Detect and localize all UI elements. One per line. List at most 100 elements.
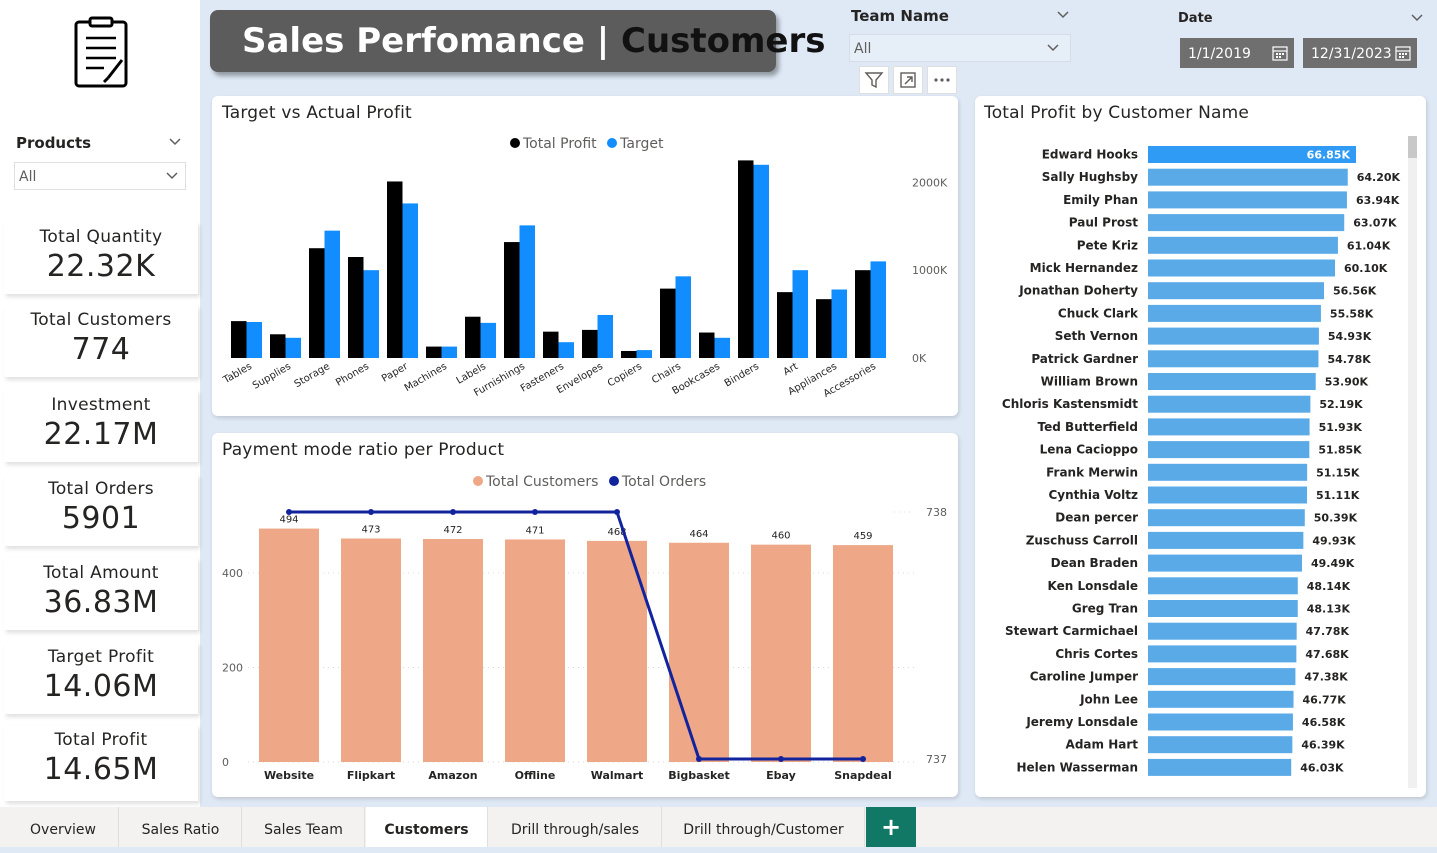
bar <box>402 203 418 358</box>
bar <box>870 261 886 358</box>
bar-data-label: 55.58K <box>1330 307 1374 320</box>
x-tick-label: Walmart <box>591 769 644 782</box>
y-category-label: Adam Hart <box>1066 738 1139 752</box>
x-tick-label: Phones <box>334 361 371 389</box>
bar-data-label: 54.93K <box>1328 330 1372 343</box>
bar <box>1148 690 1294 708</box>
bar-data-label: 52.19K <box>1319 398 1363 411</box>
bar <box>519 225 535 358</box>
date-start-input[interactable]: 1/1/2019 <box>1180 38 1294 68</box>
bar <box>1148 191 1347 209</box>
kpi-label: Total Orders <box>48 479 154 499</box>
page-tabs: Overview Sales Ratio Sales Team Customer… <box>0 807 1437 847</box>
target-vs-actual-chart: 0K 1000K 2000K TablesSupplies Storage Phones P… <box>221 160 948 400</box>
bar-data-label: 63.07K <box>1353 217 1397 230</box>
bar <box>1148 758 1292 776</box>
products-dropdown[interactable]: All <box>14 162 186 190</box>
tab-customers[interactable]: Customers <box>366 807 488 847</box>
bar <box>699 332 715 358</box>
y-category-label: Mick Hernandez <box>1030 261 1138 275</box>
kpi-label: Total Profit <box>54 730 148 750</box>
tab-sales-ratio[interactable]: Sales Ratio <box>120 807 242 847</box>
bar <box>1148 327 1319 345</box>
kpi-card-total-amount: Total Amount 36.83M <box>4 558 198 630</box>
line-point <box>860 756 866 762</box>
bar <box>558 342 574 358</box>
y-category-label: Emily Phan <box>1063 193 1138 207</box>
bar-data-label: 54.78K <box>1327 353 1371 366</box>
bar <box>1148 531 1304 549</box>
tab-drill-through-sales[interactable]: Drill through/sales <box>489 807 662 847</box>
bar <box>714 337 730 358</box>
focus-mode-icon[interactable] <box>893 66 923 94</box>
bar-data-label: 46.77K <box>1303 693 1347 706</box>
calendar-icon[interactable] <box>1395 45 1411 65</box>
chevron-down-icon[interactable] <box>1410 10 1424 24</box>
kpi-label: Investment <box>51 395 151 415</box>
bar-data-label: 47.68K <box>1305 648 1349 661</box>
y-category-label: Greg Tran <box>1072 602 1138 616</box>
bar-data-label: 50.39K <box>1314 512 1358 525</box>
bar-data-label: 61.04K <box>1347 239 1391 252</box>
y-category-label: Chloris Kastensmidt <box>1002 397 1138 411</box>
y-category-label: Pete Kriz <box>1077 238 1138 252</box>
bar <box>441 346 457 358</box>
tab-drill-through-customer[interactable]: Drill through/Customer <box>663 807 865 847</box>
kpi-value: 36.83M <box>43 585 159 620</box>
bar <box>660 288 676 358</box>
kpi-label: Total Customers <box>30 310 172 330</box>
bar <box>363 270 379 358</box>
bar <box>1148 350 1319 368</box>
filter-icon[interactable] <box>859 66 889 94</box>
y-category-label: Paul Prost <box>1069 216 1139 230</box>
add-page-button[interactable]: + <box>866 807 916 847</box>
bar <box>833 545 893 762</box>
bar-data-label: 51.15K <box>1316 466 1360 479</box>
y-category-label: Caroline Jumper <box>1030 670 1138 684</box>
bar <box>1148 441 1310 459</box>
bar <box>348 257 364 358</box>
line-point <box>778 756 784 762</box>
line-point <box>286 509 292 515</box>
bar <box>777 292 793 358</box>
bar <box>505 539 565 762</box>
kpi-card-total-orders: Total Orders 5901 <box>4 474 198 546</box>
tab-sales-team[interactable]: Sales Team <box>243 807 365 847</box>
bar-data-label: 49.49K <box>1311 557 1355 570</box>
scrollbar-track[interactable] <box>1408 136 1417 788</box>
bar <box>816 299 832 358</box>
chevron-down-icon[interactable] <box>168 134 182 148</box>
page-title-section: Customers <box>621 21 826 61</box>
line-point <box>532 509 538 515</box>
team-dropdown[interactable]: All <box>849 34 1071 62</box>
clipboard-icon <box>70 16 132 90</box>
bar <box>1148 554 1302 572</box>
bar <box>543 331 559 358</box>
y-category-label: Stewart Carmichael <box>1005 624 1138 638</box>
bar <box>324 230 340 358</box>
page-title: Sales Perfomance | Customers <box>210 10 826 72</box>
bar <box>1148 395 1311 413</box>
bar <box>1148 304 1321 322</box>
calendar-icon[interactable] <box>1272 45 1288 65</box>
page-title-main: Sales Perfomance | <box>242 21 621 61</box>
tab-overview[interactable]: Overview <box>8 807 119 847</box>
y-category-label: Dean percer <box>1055 511 1138 525</box>
bar <box>1148 713 1293 731</box>
bar <box>1148 509 1305 527</box>
more-options-icon[interactable] <box>927 66 957 94</box>
chevron-down-icon[interactable] <box>1056 7 1070 21</box>
y-category-label: Ted Butterfield <box>1038 420 1138 434</box>
bar <box>792 270 808 358</box>
scrollbar-thumb[interactable] <box>1408 136 1417 158</box>
line-point <box>450 509 456 515</box>
bar <box>753 164 769 358</box>
date-end-input[interactable]: 12/31/2023 <box>1303 38 1417 68</box>
team-slicer-label: Team Name <box>851 7 949 25</box>
bar <box>1148 736 1293 754</box>
y-category-label: Chuck Clark <box>1058 306 1139 320</box>
target-vs-actual-card: Target vs Actual Profit Total Profit Tar… <box>212 96 958 416</box>
y-tick-label: 2000K <box>912 176 948 189</box>
bar <box>831 289 847 358</box>
kpi-card-total-quantity: Total Quantity 22.32K <box>4 222 198 294</box>
